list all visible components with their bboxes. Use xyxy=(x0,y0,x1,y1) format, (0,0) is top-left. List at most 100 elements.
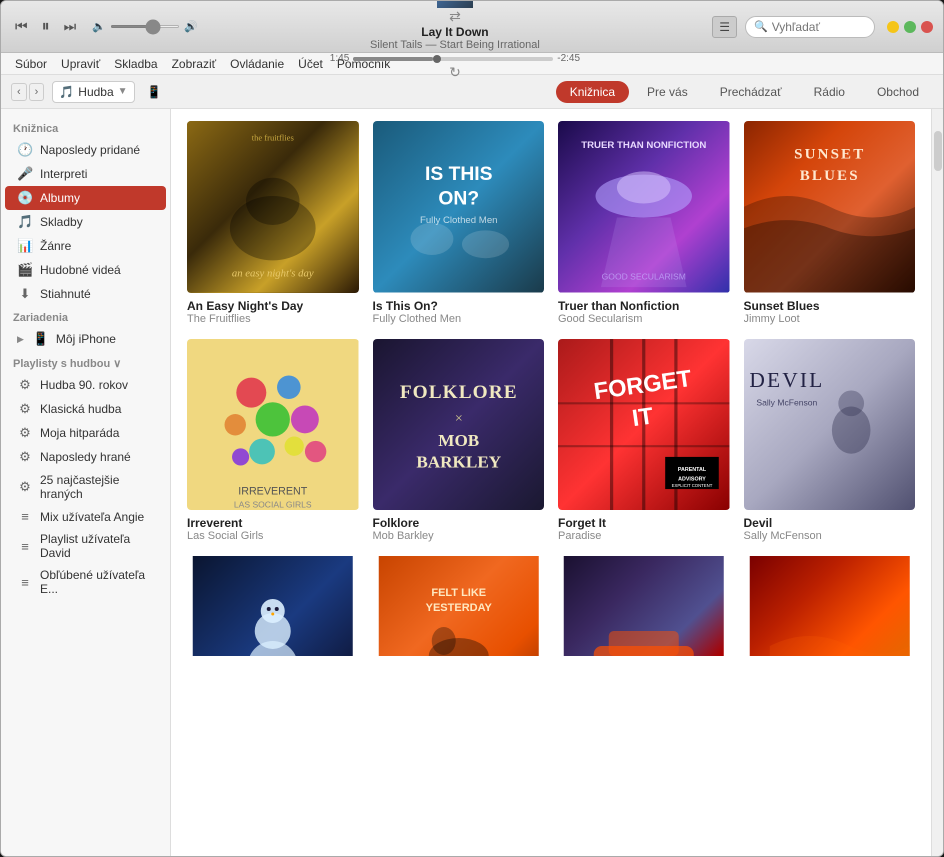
svg-text:SUNSET: SUNSET xyxy=(794,147,865,163)
tab-obchod[interactable]: Obchod xyxy=(863,81,933,103)
nav-forward-button[interactable]: › xyxy=(29,83,45,101)
menu-skladba[interactable]: Skladba xyxy=(108,55,163,73)
sidebar-item-hudba-90[interactable]: ⚙ Hudba 90. rokov xyxy=(5,373,166,397)
svg-text:EXPLICIT CONTENT: EXPLICIT CONTENT xyxy=(672,482,713,487)
album-cover: SUNSET BLUES xyxy=(744,121,916,293)
volume-control: 🔈 🔊 xyxy=(92,20,197,33)
sidebar-label-hudba-90: Hudba 90. rokov xyxy=(40,378,128,392)
sidebar-item-25-najcastejsie[interactable]: ⚙ 25 najčastejšie hraných xyxy=(5,469,166,505)
titlebar: ⏮ ⏸ ⏭ 🔈 🔊 xyxy=(1,1,943,53)
sidebar-item-iphone[interactable]: ▶ 📱 Môj iPhone xyxy=(5,327,166,351)
sidebar-item-playlist-david[interactable]: ≡ Playlist užívateľa David xyxy=(5,528,166,564)
album-item[interactable] xyxy=(744,556,916,662)
play-pause-icon: ⏸ xyxy=(42,18,50,36)
menu-upravit[interactable]: Upraviť xyxy=(55,55,106,73)
album-item[interactable]: IS THIS ON? Fully Clothed Men Is This On… xyxy=(373,121,545,325)
svg-text:LAS SOCIAL GIRLS: LAS SOCIAL GIRLS xyxy=(234,499,312,509)
sidebar: Knižnica 🕐 Naposledy pridané 🎤 Interpret… xyxy=(1,109,171,856)
scrollbar[interactable] xyxy=(931,109,943,856)
sidebar-item-oblubene-e[interactable]: ≡ Obľúbené užívateľa E... xyxy=(5,564,166,600)
minimize-button[interactable] xyxy=(887,21,899,33)
svg-text:GOOD SECULARISM: GOOD SECULARISM xyxy=(602,272,686,282)
tab-prechadzat[interactable]: Prechádzať xyxy=(706,81,796,103)
tab-pre-vas[interactable]: Pre vás xyxy=(633,81,702,103)
next-button[interactable]: ⏭ xyxy=(60,16,81,37)
sidebar-item-klasicka[interactable]: ⚙ Klasická hudba xyxy=(5,397,166,421)
search-box: 🔍 xyxy=(745,16,875,38)
album-cover: TRUER THAN NONFICTION GOOD SECULARISM xyxy=(558,121,730,293)
svg-text:×: × xyxy=(454,411,462,426)
album-title: An Easy Night's Day xyxy=(187,299,359,313)
sidebar-section-devices: Zariadenia xyxy=(1,306,170,327)
album-item[interactable]: FELT LIKE YESTERDAY xyxy=(373,556,545,662)
svg-text:IRREVERENT: IRREVERENT xyxy=(238,485,307,497)
sidebar-item-skladby[interactable]: 🎵 Skladby xyxy=(5,210,166,234)
gear-icon-4: ⚙ xyxy=(17,449,33,465)
library-selector[interactable]: 🎵 Hudba ▼ xyxy=(52,81,134,103)
search-input[interactable] xyxy=(772,20,862,34)
sidebar-section-playlists[interactable]: Playlisty s hudbou ∨ xyxy=(1,351,170,373)
prev-icon: ⏮ xyxy=(15,18,28,35)
album-cover: FOLKLORE × MOB BARKLEY xyxy=(373,339,545,511)
album-item[interactable] xyxy=(187,556,359,662)
music-note-icon: 🎵 xyxy=(17,214,33,230)
album-item[interactable]: DEVIL Sally McFenson Devil Sally McFenso… xyxy=(744,339,916,543)
list-view-button[interactable]: ☰ xyxy=(712,16,737,38)
prev-button[interactable]: ⏮ xyxy=(11,16,32,37)
download-icon: ⬇ xyxy=(17,286,33,302)
album-item[interactable]: FOLKLORE × MOB BARKLEY Folklore Mob Bark… xyxy=(373,339,545,543)
volume-slider-input[interactable] xyxy=(110,25,180,28)
progress-bar[interactable] xyxy=(353,57,553,61)
sidebar-section-library: Knižnica xyxy=(1,117,170,138)
progress-bar-fill xyxy=(353,57,433,61)
volume-max-icon: 🔊 xyxy=(184,20,198,33)
album-item[interactable] xyxy=(558,556,730,662)
album-artist: Fully Clothed Men xyxy=(373,313,545,325)
sidebar-item-interpreti[interactable]: 🎤 Interpreti xyxy=(5,162,166,186)
album-item[interactable]: an easy night's day the fruitflies An Ea… xyxy=(187,121,359,325)
shuffle-button[interactable]: ⇄ xyxy=(443,8,467,25)
sidebar-item-naposledy-hrane[interactable]: ⚙ Naposledy hrané xyxy=(5,445,166,469)
album-artist: Paradise xyxy=(558,530,730,542)
nav-back-button[interactable]: ‹ xyxy=(11,83,27,101)
svg-text:BLUES: BLUES xyxy=(799,168,859,184)
chart-icon: 📊 xyxy=(17,238,33,254)
sidebar-label-skladby: Skladby xyxy=(40,215,83,229)
tab-radio[interactable]: Rádio xyxy=(800,81,859,103)
maximize-button[interactable] xyxy=(904,21,916,33)
album-item[interactable]: IRREVERENT LAS SOCIAL GIRLS Irreverent L… xyxy=(187,339,359,543)
sidebar-item-zanre[interactable]: 📊 Žánre xyxy=(5,234,166,258)
next-icon: ⏭ xyxy=(64,18,77,35)
album-title: Devil xyxy=(744,516,916,530)
transport-controls: ⏮ ⏸ ⏭ xyxy=(11,16,80,38)
main-content: Knižnica 🕐 Naposledy pridané 🎤 Interpret… xyxy=(1,109,943,856)
time-remaining: -2:45 xyxy=(557,53,580,64)
album-item[interactable]: TRUER THAN NONFICTION GOOD SECULARISM Tr… xyxy=(558,121,730,325)
album-title: Forget It xyxy=(558,516,730,530)
sidebar-item-albumy[interactable]: 💿 Albumy xyxy=(5,186,166,210)
sidebar-item-stiahnte[interactable]: ⬇ Stiahnuté xyxy=(5,282,166,306)
repeat-button[interactable]: ↻ xyxy=(443,64,467,81)
scrollbar-thumb[interactable] xyxy=(934,131,942,171)
sidebar-item-naposledy[interactable]: 🕐 Naposledy pridané xyxy=(5,138,166,162)
album-cover: an easy night's day the fruitflies xyxy=(187,121,359,293)
album-item[interactable]: SUNSET BLUES Sunset Blues Jimmy Loot xyxy=(744,121,916,325)
tab-kniznica[interactable]: Knižnica xyxy=(556,81,629,103)
sidebar-item-hitparada[interactable]: ⚙ Moja hitparáda xyxy=(5,421,166,445)
progress-area: 1:45 -2:45 xyxy=(330,53,580,64)
menu-subor[interactable]: Súbor xyxy=(9,55,53,73)
svg-text:Sally McFenson: Sally McFenson xyxy=(756,397,817,407)
now-playing-info: Lay It Down Silent Tails — Start Being I… xyxy=(330,25,580,64)
video-icon: 🎬 xyxy=(17,262,33,278)
svg-text:YESTERDAY: YESTERDAY xyxy=(425,602,492,614)
album-item[interactable]: FORGET IT PARENTAL ADVISORY EXPLICIT CON… xyxy=(558,339,730,543)
close-button[interactable] xyxy=(921,21,933,33)
svg-text:IT: IT xyxy=(630,402,655,431)
now-playing-area: ⇄ Lay It Down Silent Tails — Start Being… xyxy=(206,0,705,81)
search-icon: 🔍 xyxy=(754,20,768,33)
gear-icon-5: ⚙ xyxy=(17,479,33,495)
sidebar-item-hudobne-videa[interactable]: 🎬 Hudobné videá xyxy=(5,258,166,282)
sidebar-item-mix-angie[interactable]: ≡ Mix užívateľa Angie xyxy=(5,505,166,528)
album-cover: FORGET IT PARENTAL ADVISORY EXPLICIT CON… xyxy=(558,339,730,511)
play-pause-button[interactable]: ⏸ xyxy=(38,16,54,38)
